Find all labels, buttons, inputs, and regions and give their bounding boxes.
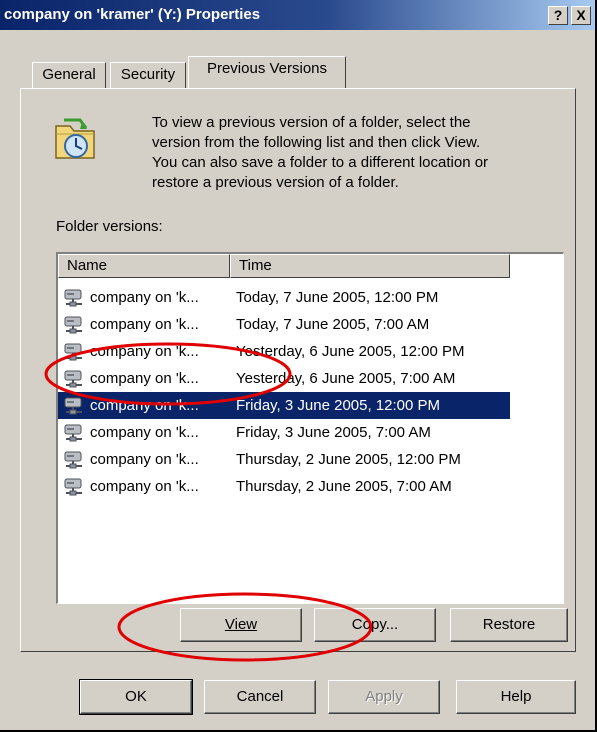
list-row[interactable]: company on 'k... Friday, 3 June 2005, 12:…: [58, 392, 510, 419]
row-name: company on 'k...: [90, 343, 199, 360]
description-line: You can also save a folder to a differen…: [152, 154, 489, 171]
row-time: Thursday, 2 June 2005, 7:00 AM: [236, 478, 452, 495]
row-name: company on 'k...: [90, 397, 199, 414]
network-drive-icon: [62, 288, 86, 308]
folder-versions-list[interactable]: Name Time company on 'k... Today, 7 June …: [56, 252, 564, 604]
row-name: company on 'k...: [90, 451, 199, 468]
network-drive-icon: [62, 423, 86, 443]
tab-security[interactable]: Security: [110, 62, 186, 88]
description-text: To view a previous version of a folder, …: [152, 113, 572, 193]
tab-general[interactable]: General: [32, 62, 106, 88]
network-drive-icon: [62, 315, 86, 335]
column-header-name[interactable]: Name: [58, 254, 230, 278]
list-row[interactable]: company on 'k... Friday, 3 June 2005, 7:0…: [58, 419, 510, 446]
window-title: company on 'kramer' (Y:) Properties: [4, 6, 261, 23]
row-name: company on 'k...: [90, 316, 199, 333]
network-drive-icon: [62, 477, 86, 497]
help-button[interactable]: Help: [456, 680, 576, 714]
list-row[interactable]: company on 'k... Thursday, 2 June 2005, 7…: [58, 473, 510, 500]
network-drive-icon: [62, 450, 86, 470]
row-time: Today, 7 June 2005, 12:00 PM: [236, 289, 439, 306]
row-time: Thursday, 2 June 2005, 12:00 PM: [236, 451, 461, 468]
row-name: company on 'k...: [90, 370, 199, 387]
column-header-time[interactable]: Time: [230, 254, 510, 278]
list-row[interactable]: company on 'k... Yesterday, 6 June 2005, …: [58, 365, 510, 392]
properties-dialog: company on 'kramer' (Y:) Properties ? X …: [0, 0, 597, 732]
view-button[interactable]: View: [180, 608, 302, 642]
folder-clock-icon: [55, 118, 95, 159]
view-button-label: View: [224, 616, 258, 633]
close-title-button[interactable]: X: [571, 6, 591, 25]
tab-previous-versions[interactable]: Previous Versions: [188, 56, 346, 88]
copy-button[interactable]: Copy...: [314, 608, 436, 642]
restore-button[interactable]: Restore: [450, 608, 568, 642]
list-row[interactable]: company on 'k... Today, 7 June 2005, 7:00…: [58, 311, 510, 338]
description-line: version from the following list and then…: [152, 134, 481, 151]
row-time: Yesterday, 6 June 2005, 12:00 PM: [236, 343, 465, 360]
row-name: company on 'k...: [90, 478, 199, 495]
folder-versions-label: Folder versions:: [56, 218, 163, 235]
row-name: company on 'k...: [90, 289, 199, 306]
network-drive-icon: [62, 396, 86, 416]
help-title-button[interactable]: ?: [548, 6, 568, 25]
row-time: Friday, 3 June 2005, 12:00 PM: [236, 397, 441, 414]
row-time: Yesterday, 6 June 2005, 7:00 AM: [236, 370, 456, 387]
row-name: company on 'k...: [90, 424, 199, 441]
title-bar[interactable]: company on 'kramer' (Y:) Properties ? X: [0, 0, 595, 30]
list-row[interactable]: company on 'k... Yesterday, 6 June 2005, …: [58, 338, 510, 365]
cancel-button[interactable]: Cancel: [204, 680, 316, 714]
description-line: To view a previous version of a folder, …: [152, 114, 471, 131]
network-drive-icon: [62, 369, 86, 389]
row-time: Friday, 3 June 2005, 7:00 AM: [236, 424, 431, 441]
description-line: restore a previous version of a folder.: [152, 174, 399, 191]
row-time: Today, 7 June 2005, 7:00 AM: [236, 316, 430, 333]
ok-button[interactable]: OK: [79, 679, 193, 715]
apply-button: Apply: [328, 680, 440, 714]
network-drive-icon: [62, 342, 86, 362]
list-row[interactable]: company on 'k... Thursday, 2 June 2005, 1…: [58, 446, 510, 473]
list-row[interactable]: company on 'k... Today, 7 June 2005, 12:0…: [58, 284, 510, 311]
